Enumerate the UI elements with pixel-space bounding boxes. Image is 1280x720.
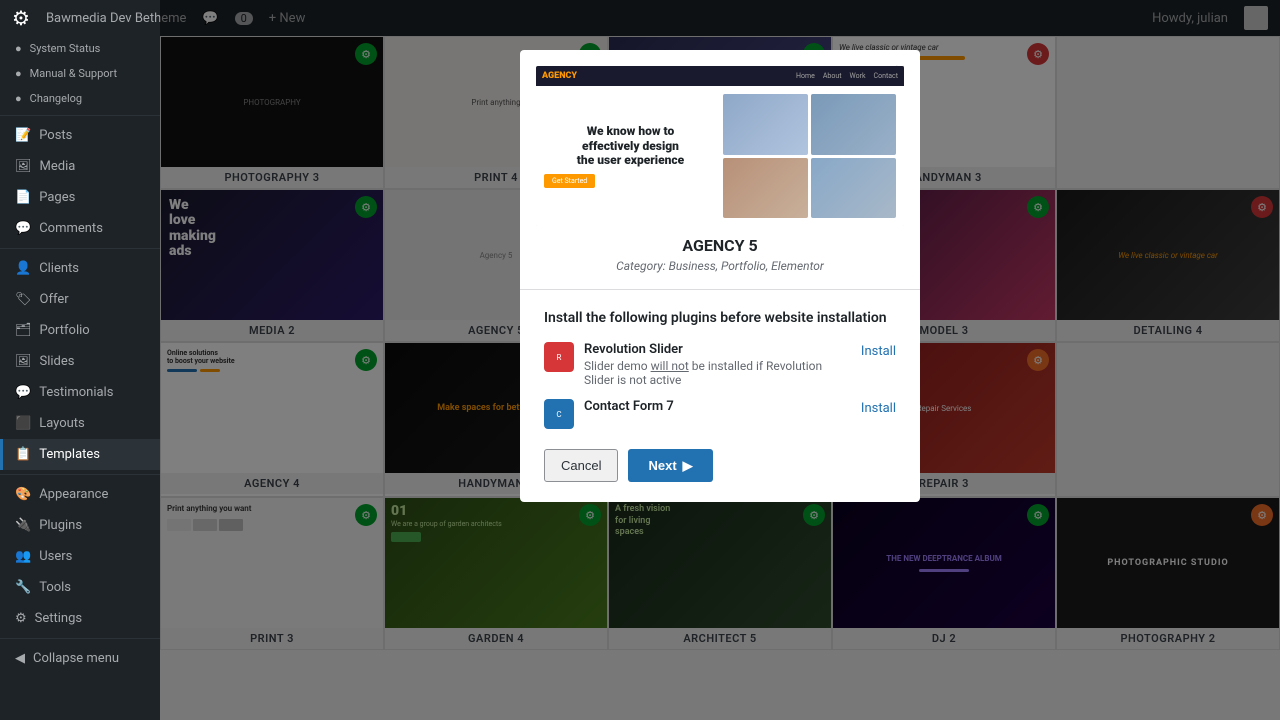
- wp-logo-icon: ⚙: [12, 6, 30, 30]
- install-link-cf7[interactable]: Install: [861, 399, 896, 416]
- plugin-info-cf7: Contact Form 7: [584, 399, 851, 414]
- modal-preview-image: AGENCY Home About Work Contact We know h…: [536, 66, 904, 226]
- modal-preview: × AGENCY Home About Work Contact: [520, 50, 920, 289]
- sidebar-item-media[interactable]: 🖼 Media: [0, 151, 160, 182]
- sidebar-item-templates[interactable]: 📋 Templates: [0, 439, 160, 470]
- sidebar-item-appearance[interactable]: 🎨 Appearance: [0, 479, 160, 510]
- sidebar-item-plugins[interactable]: 🔌 Plugins: [0, 510, 160, 541]
- install-link-revolution[interactable]: Install: [861, 342, 896, 359]
- next-arrow-icon: ▶: [683, 458, 693, 474]
- manual-icon: ●: [15, 67, 22, 80]
- tools-icon: 🔧: [15, 580, 31, 595]
- sidebar-item-tools[interactable]: 🔧 Tools: [0, 572, 160, 603]
- cf7-icon: C: [544, 399, 574, 429]
- plugin-info-revolution-slider: Revolution Slider Slider demo will not b…: [584, 342, 851, 387]
- modal-container: × AGENCY Home About Work Contact: [520, 50, 920, 502]
- preview-nav-item: About: [823, 72, 842, 80]
- preview-logo: AGENCY: [542, 71, 577, 81]
- sidebar-item-changelog[interactable]: ● Changelog: [0, 86, 160, 111]
- settings-icon: ⚙: [15, 611, 27, 626]
- plugin-row-cf7: C Contact Form 7 Install: [544, 399, 896, 429]
- plugins-icon: 🔌: [15, 518, 31, 533]
- comments-nav-icon: 💬: [15, 221, 31, 236]
- clients-icon: 👤: [15, 261, 31, 276]
- plugin-name-cf7: Contact Form 7: [584, 399, 851, 414]
- sidebar-item-users[interactable]: 👥 Users: [0, 541, 160, 572]
- sidebar-item-layouts[interactable]: ⬛ Layouts: [0, 408, 160, 439]
- svg-text:C: C: [556, 410, 561, 419]
- preview-nav-item: Home: [796, 72, 815, 80]
- sidebar-item-collapse[interactable]: ◀ Collapse menu: [0, 643, 160, 674]
- plugin-name-revolution: Revolution Slider: [584, 342, 851, 357]
- sidebar-item-slides[interactable]: 🖼 Slides: [0, 346, 160, 377]
- portfolio-icon: 🗂: [15, 323, 32, 338]
- preview-nav-item: Contact: [874, 72, 898, 80]
- sidebar: ● System Status ● Manual & Support ● Cha…: [0, 0, 160, 720]
- collapse-icon: ◀: [15, 651, 25, 666]
- next-button[interactable]: Next ▶: [628, 449, 712, 482]
- sidebar-item-testimonials[interactable]: 💬 Testimonials: [0, 377, 160, 408]
- appearance-icon: 🎨: [15, 487, 31, 502]
- slides-icon: 🖼: [15, 354, 32, 369]
- sidebar-item-system-status[interactable]: ● System Status: [0, 36, 160, 61]
- sidebar-item-comments[interactable]: 💬 Comments: [0, 213, 160, 244]
- modal-install-heading: Install the following plugins before web…: [544, 310, 896, 326]
- sidebar-item-manual-support[interactable]: ● Manual & Support: [0, 61, 160, 86]
- users-icon: 👥: [15, 549, 31, 564]
- sidebar-item-offer[interactable]: 🏷 Offer: [0, 284, 160, 315]
- modal-title: AGENCY 5: [536, 236, 904, 255]
- preview-nav-item: Work: [850, 72, 866, 80]
- modal-actions: Cancel Next ▶: [544, 449, 896, 482]
- pages-icon: 📄: [15, 190, 31, 205]
- cancel-button[interactable]: Cancel: [544, 449, 618, 482]
- testimonials-icon: 💬: [15, 385, 31, 400]
- preview-hero-text: We know how toeffectively designthe user…: [544, 94, 717, 218]
- main-content: PHOTOGRAPHY ⚙ PHOTOGRAPHY 3 Print anythi…: [160, 0, 1280, 720]
- layouts-icon: ⬛: [15, 416, 31, 431]
- changelog-icon: ●: [15, 92, 22, 105]
- posts-icon: 📝: [15, 128, 31, 143]
- sidebar-item-pages[interactable]: 📄 Pages: [0, 182, 160, 213]
- system-icon: ●: [15, 42, 22, 55]
- plugin-note-revolution: Slider demo will not be installed if Rev…: [584, 359, 851, 387]
- modal-category: Category: Business, Portfolio, Elementor: [536, 259, 904, 273]
- sidebar-item-posts[interactable]: 📝 Posts: [0, 120, 160, 151]
- templates-icon: 📋: [15, 447, 31, 462]
- sidebar-item-clients[interactable]: 👤 Clients: [0, 253, 160, 284]
- sidebar-item-settings[interactable]: ⚙ Settings: [0, 603, 160, 634]
- media-icon: 🖼: [15, 159, 32, 174]
- modal-install-dialog: Install the following plugins before web…: [520, 289, 920, 502]
- offer-icon: 🏷: [15, 292, 32, 307]
- plugin-row-revolution-slider: R Revolution Slider Slider demo will not…: [544, 342, 896, 387]
- svg-text:R: R: [557, 353, 562, 362]
- preview-hero-images: [723, 94, 896, 218]
- sidebar-item-portfolio[interactable]: 🗂 Portfolio: [0, 315, 160, 346]
- revolution-slider-icon: R: [544, 342, 574, 372]
